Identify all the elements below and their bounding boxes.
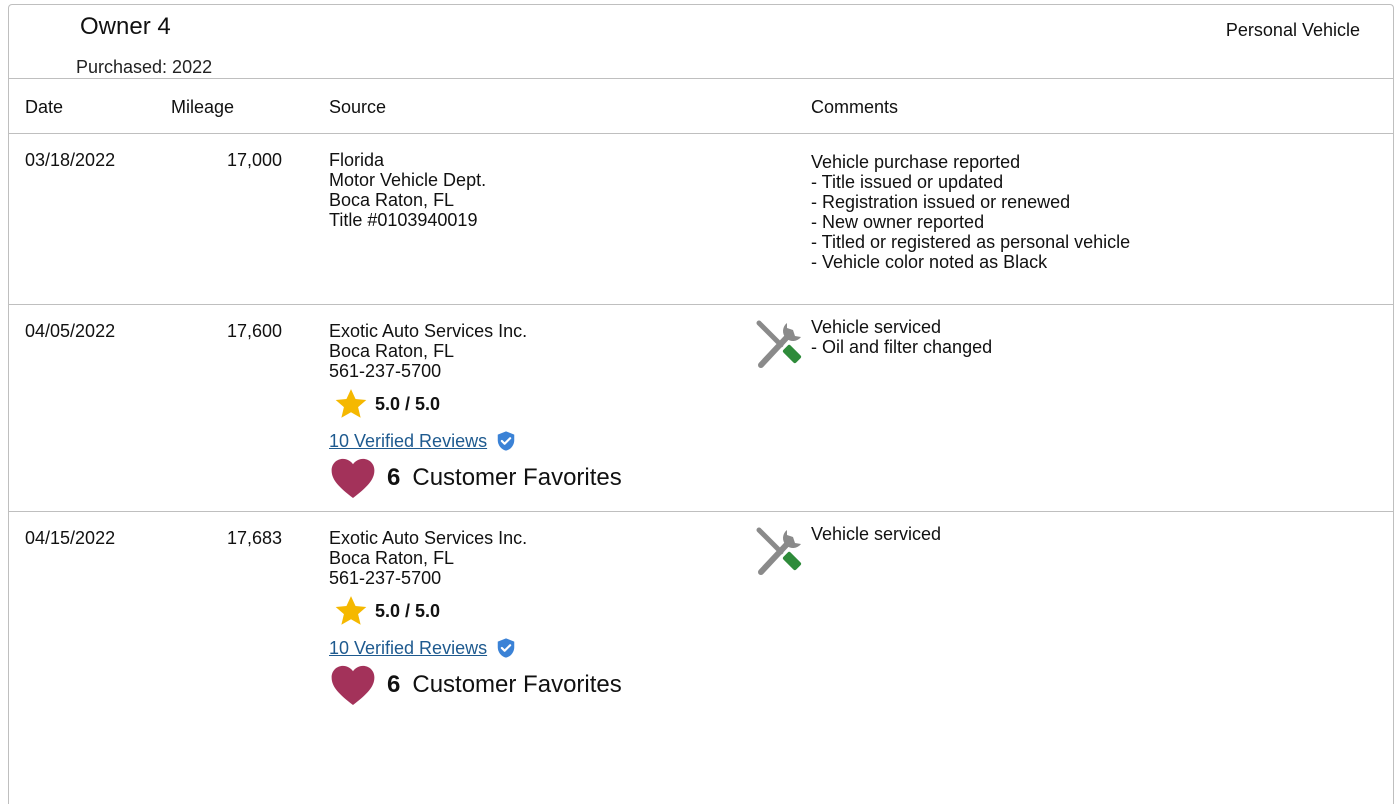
record-source: Exotic Auto Services Inc. Boca Raton, FL… — [329, 528, 622, 706]
purchase-year: Purchased: 2022 — [76, 57, 213, 77]
comment-line: - Vehicle color noted as Black — [811, 252, 1048, 272]
record-mileage: 17,000 — [226, 150, 282, 170]
table-row: 04/05/2022 17,600 Exotic Auto Services I… — [9, 305, 1393, 512]
comment-line: - Registration issued or renewed — [811, 192, 1071, 212]
shop-phone: 561-237-5700 — [329, 361, 442, 381]
comment-line: - New owner reported — [811, 212, 985, 232]
verified-shield-icon — [497, 431, 515, 451]
record-date: 03/18/2022 — [25, 150, 116, 170]
favorites-label: Customer Favorites — [412, 464, 622, 491]
shop-name: Exotic Auto Services Inc. — [329, 528, 528, 548]
table-row: 03/18/2022 17,000 Florida Motor Vehicle … — [9, 134, 1393, 305]
record-comments: Vehicle serviced — [811, 524, 941, 544]
source-line: Title #0103940019 — [329, 210, 478, 230]
rating-value: 5.0 / 5.0 — [375, 394, 441, 414]
favorites-count: 6 — [387, 671, 401, 698]
owner-header: Owner 4 Purchased: 2022 Personal Vehicle — [9, 5, 1393, 79]
comment-line: - Title issued or updated — [811, 172, 1004, 192]
verified-reviews-link[interactable]: 10 Verified Reviews — [329, 638, 487, 658]
column-header-source: Source — [329, 97, 387, 117]
record-comments: Vehicle serviced - Oil and filter change… — [811, 317, 992, 357]
record-date: 04/15/2022 — [25, 528, 116, 548]
record-source: Florida Motor Vehicle Dept. Boca Raton, … — [329, 150, 486, 230]
favorites-label: Customer Favorites — [412, 671, 622, 698]
record-mileage: 17,683 — [226, 528, 282, 548]
shop-name: Exotic Auto Services Inc. — [329, 321, 528, 341]
star-icon — [335, 389, 367, 418]
source-line: Motor Vehicle Dept. — [329, 170, 487, 190]
table-row: 04/15/2022 17,683 Exotic Auto Services I… — [9, 512, 1393, 718]
comment-title: Vehicle serviced — [811, 317, 942, 337]
star-icon — [335, 596, 367, 625]
record-comments: Vehicle purchase reported - Title issued… — [811, 152, 1130, 272]
source-line: Boca Raton, FL — [329, 190, 455, 210]
wrench-screwdriver-icon — [756, 320, 802, 368]
reviews-row: 10 Verified Reviews — [329, 634, 622, 662]
vehicle-type-label: Personal Vehicle — [1225, 20, 1360, 40]
comment-title: Vehicle serviced — [811, 524, 942, 544]
wrench-screwdriver-icon — [756, 527, 802, 575]
comment-title: Vehicle purchase reported — [811, 152, 1021, 172]
shop-phone: 561-237-5700 — [329, 568, 442, 588]
shop-location: Boca Raton, FL — [329, 548, 455, 568]
shop-location: Boca Raton, FL — [329, 341, 455, 361]
source-line: Florida — [329, 150, 385, 170]
customer-favorites: 6 Customer Favorites — [329, 664, 622, 706]
rating-value: 5.0 / 5.0 — [375, 601, 441, 621]
favorites-count: 6 — [387, 464, 401, 491]
column-header-mileage: Mileage — [171, 97, 235, 117]
reviews-row: 10 Verified Reviews — [329, 427, 622, 455]
owner-history-card: Owner 4 Purchased: 2022 Personal Vehicle… — [8, 4, 1394, 804]
record-date: 04/05/2022 — [25, 321, 116, 341]
heart-icon — [331, 665, 375, 706]
customer-favorites: 6 Customer Favorites — [329, 457, 622, 499]
record-mileage: 17,600 — [226, 321, 282, 341]
owner-title: Owner 4 — [80, 13, 171, 40]
comment-line: - Oil and filter changed — [811, 337, 993, 357]
heart-icon — [331, 458, 375, 499]
column-header-date: Date — [25, 97, 64, 117]
shop-rating: 5.0 / 5.0 — [329, 594, 622, 628]
record-source: Exotic Auto Services Inc. Boca Raton, FL… — [329, 321, 622, 499]
verified-shield-icon — [497, 638, 515, 658]
comment-line: - Titled or registered as personal vehic… — [811, 232, 1131, 252]
table-header: Date Mileage Source Comments — [9, 79, 1393, 134]
verified-reviews-link[interactable]: 10 Verified Reviews — [329, 431, 487, 451]
shop-rating: 5.0 / 5.0 — [329, 387, 622, 421]
column-header-comments: Comments — [811, 97, 899, 117]
